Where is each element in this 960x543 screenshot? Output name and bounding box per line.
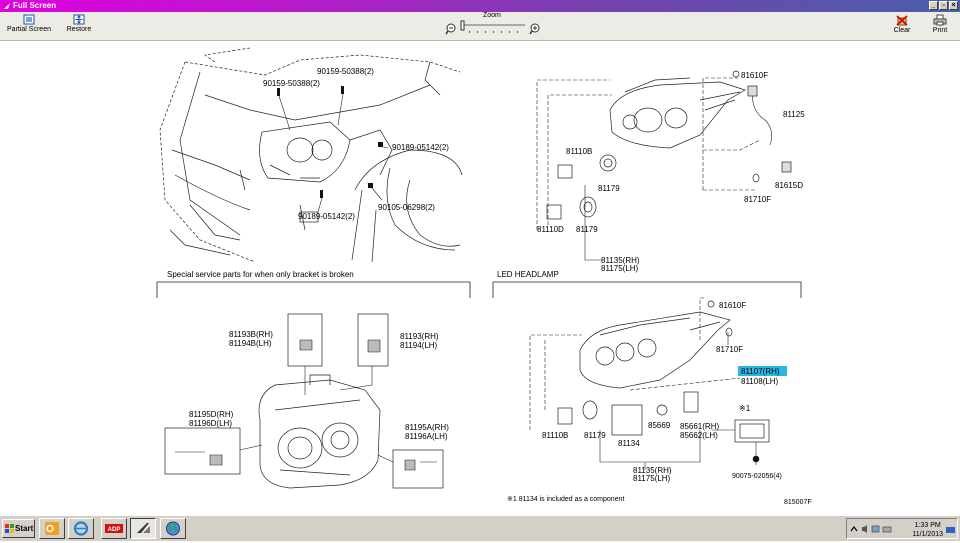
part-number-81179-top-b[interactable]: 81179 <box>576 225 598 234</box>
part-number-81193-RH[interactable]: 81193(RH) <box>400 332 439 341</box>
restore-window-button[interactable]: ▫ <box>939 1 948 10</box>
clear-icon <box>896 15 908 26</box>
network-icon[interactable] <box>871 525 880 533</box>
print-button[interactable]: Print <box>928 14 952 34</box>
start-button[interactable]: Start <box>2 519 35 538</box>
system-clock[interactable]: 1:33 PM 11/1/2013 <box>912 521 943 539</box>
part-number-81175LH-top[interactable]: 81175(LH) <box>601 264 639 273</box>
partial-screen-button[interactable]: Partial Screen <box>6 14 52 33</box>
zoom-control: Zoom <box>445 12 545 40</box>
part-number-81610F-led[interactable]: 81610F <box>719 301 746 310</box>
figure-code: 815007F <box>784 499 812 506</box>
part-number-81194-LH[interactable]: 81194(LH) <box>400 341 438 350</box>
svg-text:ADP: ADP <box>108 527 121 533</box>
clear-label: Clear <box>893 27 911 34</box>
restore-label: Restore <box>66 26 92 33</box>
adp-icon: ADP <box>105 524 123 533</box>
part-number-81110B-top[interactable]: 81110B <box>566 147 592 156</box>
part-number-90159-50388-b[interactable]: 90159-50388(2) <box>317 67 374 76</box>
taskbar-ie-button[interactable] <box>68 518 94 539</box>
globe-icon <box>166 521 180 536</box>
app-icon <box>4 3 10 9</box>
title-bar: Full Screen _ ▫ × <box>0 0 960 12</box>
zoom-slider[interactable] <box>460 20 525 33</box>
partial-screen-icon <box>23 14 35 25</box>
part-number-81194B-LH[interactable]: 81194B(LH) <box>229 339 272 348</box>
part-number-81195A-RH[interactable]: 81195A(RH) <box>405 423 449 432</box>
part-number-81179-led[interactable]: 81179 <box>584 431 606 440</box>
clock-date: 11/1/2013 <box>912 531 943 538</box>
part-number-85669[interactable]: 85669 <box>648 421 671 430</box>
part-number-81175LH-led[interactable]: 81175(LH) <box>633 474 671 483</box>
printer-icon <box>933 14 947 26</box>
tray-expand-icon[interactable] <box>850 526 858 532</box>
part-number-81108-LH[interactable]: 81108(LH) <box>741 377 779 386</box>
system-tray: 1:33 PM 11/1/2013 <box>846 518 958 539</box>
part-number-90105-06298[interactable]: 90105-06298(2) <box>378 203 435 212</box>
taskbar-outlook-button[interactable] <box>39 518 65 539</box>
part-number-81195D-RH[interactable]: 81195D(RH) <box>189 410 234 419</box>
part-number-81196A-LH[interactable]: 81196A(LH) <box>405 432 448 441</box>
zoom-out-icon[interactable] <box>445 23 456 35</box>
part-number-81615D[interactable]: 81615D <box>775 181 803 190</box>
part-number-81710F-top[interactable]: 81710F <box>744 195 771 204</box>
minimize-button[interactable]: _ <box>929 1 938 10</box>
toolbar: Partial Screen Restore Zoom Clear Print <box>0 12 960 41</box>
zoom-in-icon[interactable] <box>529 23 540 35</box>
part-number-90159-50388-a[interactable]: 90159-50388(2) <box>263 79 320 88</box>
part-number-81110B-led[interactable]: 81110B <box>542 431 568 440</box>
part-number-85662-LH[interactable]: 85662(LH) <box>680 431 718 440</box>
part-number-90075-02056[interactable]: 90075-02056(4) <box>732 473 782 480</box>
clock-time: 1:33 PM <box>914 522 941 529</box>
catalog-app-icon <box>137 523 150 533</box>
part-number-90189-05142-b[interactable]: 90189-05142(2) <box>298 212 355 221</box>
start-label: Start <box>15 524 34 533</box>
component-note-marker: ※1 <box>739 404 751 413</box>
fastener-markers <box>277 86 383 198</box>
print-label: Print <box>932 27 948 34</box>
partial-screen-label: Partial Screen <box>7 26 51 33</box>
section-title-led-headlamp: LED HEADLAMP <box>497 270 559 279</box>
part-number-81110D[interactable]: 81110D <box>537 225 564 234</box>
taskbar-globe-button[interactable] <box>160 518 186 539</box>
restore-icon <box>73 14 85 25</box>
part-number-81610F-top[interactable]: 81610F <box>741 71 768 80</box>
zoom-label: Zoom <box>483 12 501 19</box>
windows-flag-icon <box>5 524 14 533</box>
window-title: Full Screen <box>13 1 57 10</box>
outlook-icon <box>45 522 59 535</box>
taskbar-catalog-button[interactable] <box>130 518 156 539</box>
taskbar-adp-button[interactable]: ADP <box>101 518 127 539</box>
printer-tray-icon[interactable] <box>882 526 892 533</box>
restore-button[interactable]: Restore <box>62 14 96 33</box>
clear-button[interactable]: Clear <box>890 14 914 34</box>
part-number-81193B-RH[interactable]: 81193B(RH) <box>229 330 273 339</box>
part-number-81125[interactable]: 81125 <box>783 110 805 119</box>
part-number-81107-RH[interactable]: 81107(RH) <box>741 367 780 376</box>
part-number-81196D-LH[interactable]: 81196D(LH) <box>189 419 232 428</box>
part-number-81134[interactable]: 81134 <box>618 439 640 448</box>
show-desktop-icon[interactable] <box>946 526 955 534</box>
parts-diagram-canvas[interactable]: 90159-50388(2) 90159-50388(2) 90189-0514… <box>0 41 960 515</box>
part-number-81710F-led[interactable]: 81710F <box>716 345 743 354</box>
part-number-90189-05142-a[interactable]: 90189-05142(2) <box>392 143 449 152</box>
internet-explorer-icon <box>73 521 89 536</box>
part-number-81179-top-a[interactable]: 81179 <box>598 184 620 193</box>
footnote: ※1 81134 is included as a component <box>507 496 624 503</box>
close-button[interactable]: × <box>949 1 958 10</box>
part-number-85661-RH[interactable]: 85661(RH) <box>680 422 719 431</box>
headlamp-assembly-illustration <box>609 77 746 149</box>
taskbar: Start ADP 1:33 PM 11/1/2013 <box>0 515 960 541</box>
volume-icon[interactable] <box>862 525 867 533</box>
section-title-special-service: Special service parts for when only brac… <box>167 270 354 279</box>
